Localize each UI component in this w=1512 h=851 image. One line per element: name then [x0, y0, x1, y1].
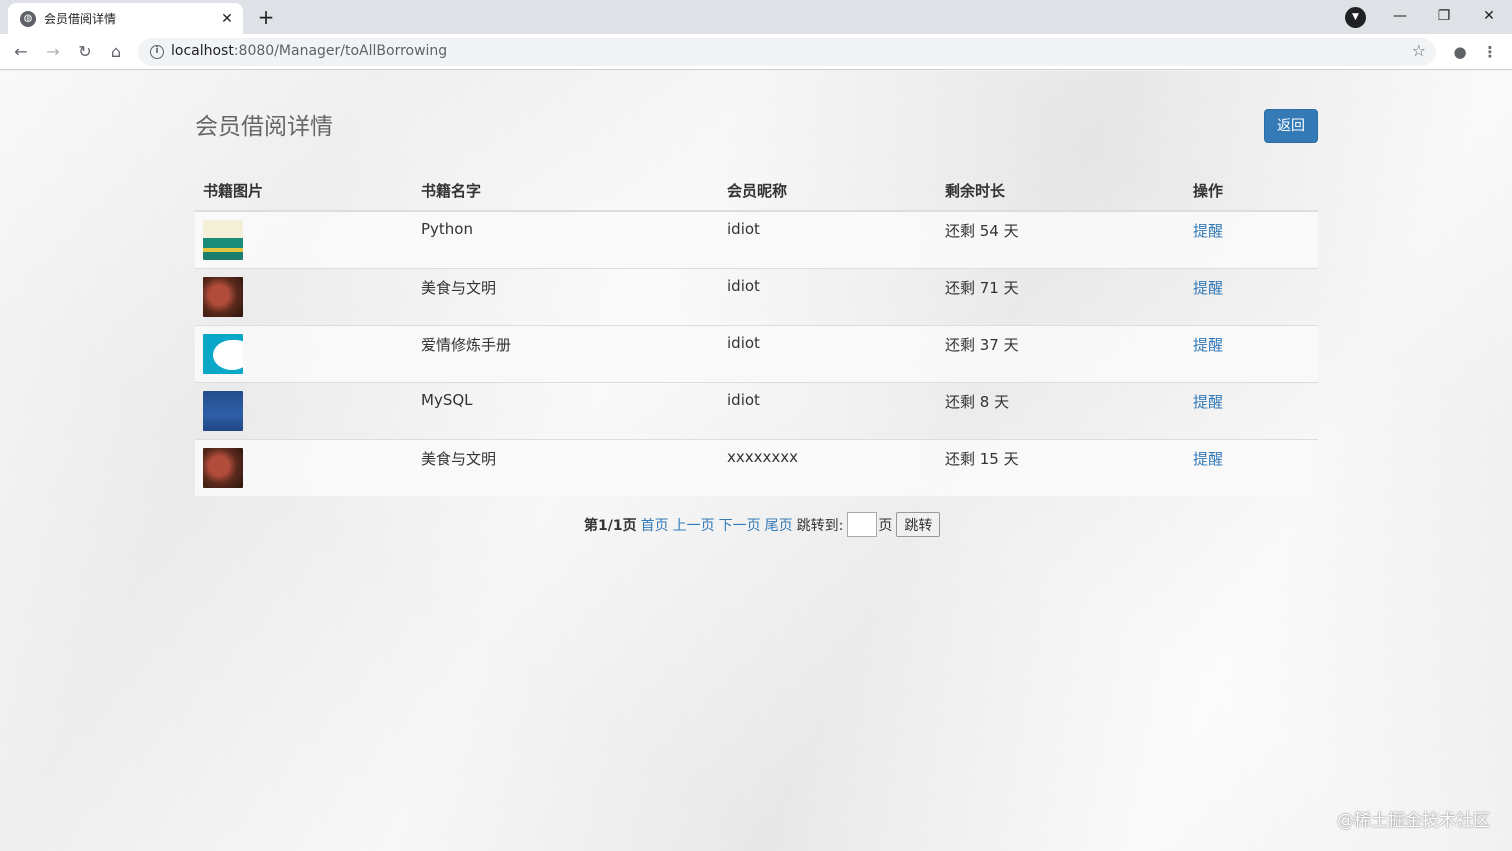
book-name-cell: 美食与文明: [413, 439, 719, 496]
member-cell: idiot: [719, 210, 937, 269]
header-member-nickname: 会员昵称: [719, 171, 937, 212]
action-cell: 提醒: [1185, 325, 1318, 383]
jump-label: 跳转到:: [796, 517, 844, 534]
remind-link[interactable]: 提醒: [1193, 279, 1223, 297]
remind-link[interactable]: 提醒: [1193, 336, 1223, 354]
header-book-image: 书籍图片: [195, 171, 413, 212]
arrow-left-icon[interactable]: ←: [9, 40, 33, 64]
url-text[interactable]: localhost:8080/Manager/toAllBorrowing: [171, 43, 447, 59]
remaining-cell: 还剩 15 天: [937, 439, 1185, 496]
table-row: 美食与文明 idiot 还剩 71 天 提醒: [195, 268, 1318, 326]
table-row: 爱情修炼手册 idiot 还剩 37 天 提醒: [195, 325, 1318, 383]
page-body: 会员借阅详情 返回 书籍图片 书籍名字 会员昵称 剩余时长 操作 Python …: [0, 71, 1512, 851]
menu-icon[interactable]: ⋮: [1482, 40, 1498, 64]
action-cell: 提醒: [1185, 268, 1318, 326]
watermark: @稀土掘金技术社区: [1337, 811, 1490, 831]
pagination: 第1/1页 首页 上一页 下一页 尾页 跳转到: 页 跳转: [584, 512, 941, 537]
info-icon[interactable]: i: [150, 45, 164, 59]
table-row: 美食与文明 xxxxxxxx 还剩 15 天 提醒: [195, 439, 1318, 496]
address-bar[interactable]: i localhost:8080/Manager/toAllBorrowing …: [138, 38, 1436, 66]
home-icon[interactable]: ⌂: [104, 40, 128, 64]
book-cover-image: [203, 391, 243, 431]
globe-icon: ◍: [20, 10, 36, 27]
prev-page-link[interactable]: 上一页: [673, 515, 715, 535]
browser-tab-strip: ◍ 会员借阅详情 ✕ + ▼ — ❐ ✕: [0, 0, 1512, 34]
remaining-cell: 还剩 71 天: [937, 268, 1185, 326]
header-book-name: 书籍名字: [413, 171, 719, 212]
member-cell: xxxxxxxx: [719, 439, 937, 496]
action-cell: 提醒: [1185, 210, 1318, 269]
jump-page-input[interactable]: [847, 512, 878, 537]
arrow-right-icon[interactable]: →: [41, 40, 65, 64]
cover-cell: [195, 382, 413, 440]
action-cell: 提醒: [1185, 439, 1318, 496]
header-remaining-time: 剩余时长: [937, 171, 1185, 212]
book-cover-image: [203, 448, 243, 488]
header-action: 操作: [1185, 171, 1318, 212]
restore-button[interactable]: ❐: [1421, 4, 1467, 28]
cover-cell: [195, 439, 413, 496]
jump-button[interactable]: 跳转: [896, 512, 941, 537]
close-window-button[interactable]: ✕: [1466, 4, 1512, 28]
cover-cell: [195, 210, 413, 269]
remind-link[interactable]: 提醒: [1193, 222, 1223, 240]
remaining-cell: 还剩 54 天: [937, 210, 1185, 269]
next-page-link[interactable]: 下一页: [719, 515, 761, 535]
close-tab-icon[interactable]: ✕: [217, 11, 237, 27]
reload-icon[interactable]: ↻: [73, 40, 97, 64]
member-cell: idiot: [719, 325, 937, 383]
page-status: 第1/1页: [584, 517, 637, 534]
member-cell: idiot: [719, 268, 937, 326]
url-host: localhost: [171, 43, 234, 59]
url-path: :8080/Manager/toAllBorrowing: [233, 43, 448, 59]
table-row: MySQL idiot 还剩 8 天 提醒: [195, 382, 1318, 440]
browser-tab[interactable]: ◍ 会员借阅详情 ✕: [8, 3, 243, 34]
action-cell: 提醒: [1185, 382, 1318, 440]
last-page-link[interactable]: 尾页: [765, 515, 793, 535]
book-cover-image: [203, 277, 243, 317]
remind-link[interactable]: 提醒: [1193, 393, 1223, 411]
account-icon[interactable]: ●: [1450, 40, 1470, 64]
book-cover-image: [203, 334, 243, 374]
star-icon[interactable]: ☆: [1412, 41, 1426, 60]
remind-link[interactable]: 提醒: [1193, 450, 1223, 468]
table-row: Python idiot 还剩 54 天 提醒: [195, 210, 1318, 269]
book-name-cell: MySQL: [413, 382, 719, 440]
remaining-cell: 还剩 37 天: [937, 325, 1185, 383]
extension-icon[interactable]: ▼: [1345, 7, 1366, 28]
page-unit-label: 页: [878, 517, 893, 534]
browser-toolbar: ← → ↻ ⌂ i localhost:8080/Manager/toAllBo…: [0, 34, 1512, 70]
borrow-table: 书籍图片 书籍名字 会员昵称 剩余时长 操作 Python idiot 还剩 5…: [195, 171, 1318, 496]
book-cover-image: [203, 220, 243, 260]
cover-cell: [195, 325, 413, 383]
cover-cell: [195, 268, 413, 326]
member-cell: idiot: [719, 382, 937, 440]
new-tab-button[interactable]: +: [252, 5, 280, 31]
back-button[interactable]: 返回: [1264, 109, 1318, 143]
first-page-link[interactable]: 首页: [641, 515, 669, 535]
minimize-button[interactable]: —: [1377, 4, 1423, 28]
page-title: 会员借阅详情: [195, 114, 333, 140]
table-header-row: 书籍图片 书籍名字 会员昵称 剩余时长 操作: [195, 171, 1318, 212]
book-name-cell: Python: [413, 210, 719, 269]
tab-title: 会员借阅详情: [44, 12, 117, 26]
remaining-cell: 还剩 8 天: [937, 382, 1185, 440]
book-name-cell: 美食与文明: [413, 268, 719, 326]
book-name-cell: 爱情修炼手册: [413, 325, 719, 383]
